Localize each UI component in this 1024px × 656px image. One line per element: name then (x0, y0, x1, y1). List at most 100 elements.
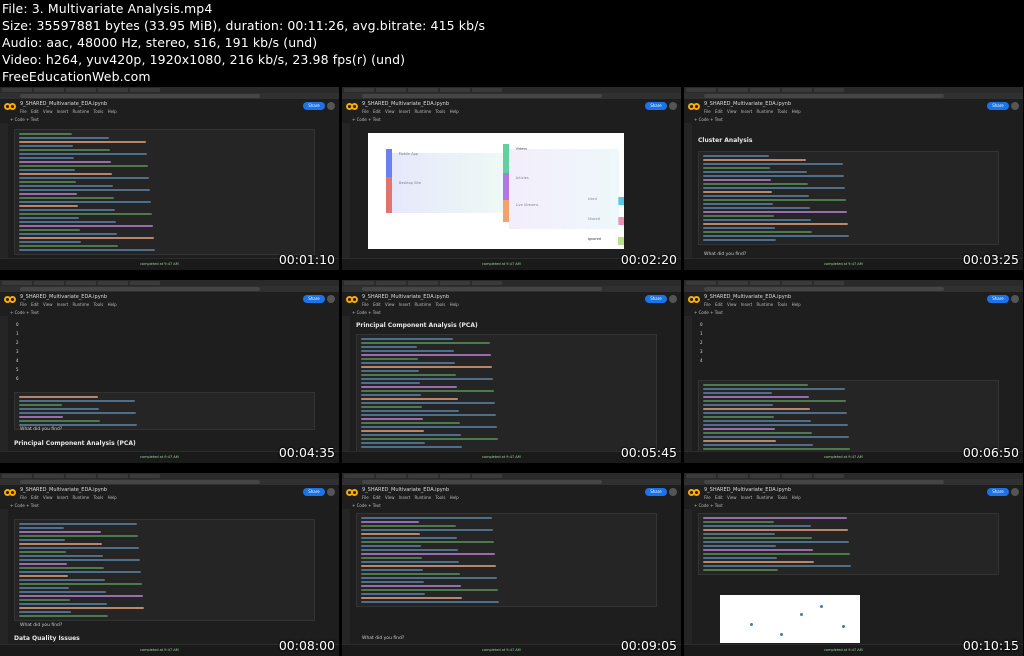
colab-logo-icon (4, 103, 16, 110)
left-rail (342, 509, 350, 644)
code-cell[interactable] (14, 392, 315, 430)
cell-toolbar[interactable]: + Code + Text (694, 117, 723, 122)
avatar[interactable] (327, 295, 335, 303)
sankey-diagram: Mobile App Desktop Site Videos Articles Live… (368, 133, 625, 249)
code-cell[interactable] (14, 129, 315, 255)
colab-header: 9_SHARED_Multivariate_EDA.ipynb File Edit… (684, 99, 1023, 123)
share-button[interactable]: Share (303, 295, 325, 303)
code-cell[interactable] (698, 513, 999, 575)
avatar[interactable] (1011, 488, 1019, 496)
sankey-node-label: Ignored (587, 237, 601, 241)
menu-bar[interactable]: File Edit View Insert Runtime Tools Help (20, 302, 117, 307)
colab-logo-icon (4, 296, 16, 303)
run-status: completed at 9:47 AM (824, 455, 863, 459)
video-info-line: Video: h264, yuv420p, 1920x1080, 216 kb/… (2, 52, 406, 67)
menu-bar[interactable]: File Edit View Insert Runtime Tools Help (362, 302, 459, 307)
left-rail (684, 509, 692, 644)
file-name-line: File: 3. Multivariate Analysis.mp4 (2, 1, 213, 16)
section-heading: Data Quality Issues (14, 635, 80, 642)
code-cell[interactable] (356, 334, 657, 452)
share-button[interactable]: Share (987, 102, 1009, 110)
colab-header: 9_SHARED_Multivariate_EDA.ipynb File Edit… (342, 485, 681, 509)
run-status: completed at 9:47 AM (482, 648, 521, 652)
avatar[interactable] (669, 488, 677, 496)
section-heading: Principal Component Analysis (PCA) (356, 322, 478, 329)
left-rail (342, 316, 350, 451)
sankey-flow (392, 153, 503, 213)
scatter-point (800, 613, 803, 616)
cell-toolbar[interactable]: + Code + Text (352, 117, 381, 122)
audio-info-line: Audio: aac, 48000 Hz, stereo, s16, 191 k… (2, 35, 318, 50)
share-button[interactable]: Share (645, 295, 667, 303)
avatar[interactable] (669, 102, 677, 110)
video-thumbnail: 9_SHARED_Multivariate_EDA.ipynb File Edit… (342, 473, 681, 656)
timestamp: 00:09:05 (620, 638, 677, 653)
share-button[interactable]: Share (987, 295, 1009, 303)
cell-toolbar[interactable]: + Code + Text (352, 503, 381, 508)
timestamp: 00:02:20 (620, 252, 677, 267)
share-button[interactable]: Share (303, 488, 325, 496)
notebook-title[interactable]: 9_SHARED_Multivariate_EDA.ipynb (704, 487, 791, 493)
avatar[interactable] (1011, 295, 1019, 303)
sankey-node (618, 217, 625, 225)
section-heading: Cluster Analysis (698, 137, 753, 144)
share-button[interactable]: Share (645, 488, 667, 496)
thumbnail-grid: 9_SHARED_Multivariate_EDA.ipynb File Edit… (0, 87, 1024, 656)
menu-bar[interactable]: File Edit View Insert Runtime Tools Help (20, 109, 117, 114)
left-rail (342, 123, 350, 258)
notebook-title[interactable]: 9_SHARED_Multivariate_EDA.ipynb (362, 487, 449, 493)
notebook-title[interactable]: 9_SHARED_Multivariate_EDA.ipynb (362, 101, 449, 107)
code-cell[interactable] (356, 513, 657, 607)
menu-bar[interactable]: File Edit View Insert Runtime Tools Help (362, 495, 459, 500)
menu-bar[interactable]: File Edit View Insert Runtime Tools Help (704, 302, 801, 307)
colab-logo-icon (346, 489, 358, 496)
cell-toolbar[interactable]: + Code + Text (10, 117, 39, 122)
code-cell[interactable] (698, 151, 999, 245)
notebook-title[interactable]: 9_SHARED_Multivariate_EDA.ipynb (20, 294, 107, 300)
notebook-title[interactable]: 9_SHARED_Multivariate_EDA.ipynb (20, 487, 107, 493)
video-thumbnail: 9_SHARED_Multivariate_EDA.ipynb File Edit… (684, 87, 1023, 270)
share-button[interactable]: Share (645, 102, 667, 110)
left-rail (684, 123, 692, 258)
share-button[interactable]: Share (987, 488, 1009, 496)
sankey-node (618, 237, 625, 245)
colab-header: 9_SHARED_Multivariate_EDA.ipynb File Edit… (684, 485, 1023, 509)
run-status: completed at 9:47 AM (482, 455, 521, 459)
cell-toolbar[interactable]: + Code + Text (10, 503, 39, 508)
share-button[interactable]: Share (303, 102, 325, 110)
video-thumbnail: 9_SHARED_Multivariate_EDA.ipynb File Edit… (684, 280, 1023, 463)
colab-logo-icon (346, 296, 358, 303)
scatter-point (842, 625, 845, 628)
file-size-line: Size: 35597881 bytes (33.95 MiB), durati… (2, 18, 486, 33)
timestamp: 00:08:00 (278, 638, 335, 653)
cell-toolbar[interactable]: + Code + Text (694, 503, 723, 508)
notebook-title[interactable]: 9_SHARED_Multivariate_EDA.ipynb (704, 101, 791, 107)
section-heading: Principal Component Analysis (PCA) (14, 440, 136, 447)
code-cell[interactable] (14, 519, 315, 621)
menu-bar[interactable]: File Edit View Insert Runtime Tools Help (704, 109, 801, 114)
timestamp: 00:04:35 (278, 445, 335, 460)
timestamp: 00:10:15 (962, 638, 1019, 653)
cell-toolbar[interactable]: + Code + Text (352, 310, 381, 315)
run-status: completed at 9:47 AM (824, 648, 863, 652)
avatar[interactable] (327, 102, 335, 110)
scatter-point (820, 605, 823, 608)
timestamp: 00:03:25 (962, 252, 1019, 267)
notebook-title[interactable]: 9_SHARED_Multivariate_EDA.ipynb (362, 294, 449, 300)
notebook-title[interactable]: 9_SHARED_Multivariate_EDA.ipynb (704, 294, 791, 300)
video-thumbnail: 9_SHARED_Multivariate_EDA.ipynb File Edit… (0, 473, 339, 656)
avatar[interactable] (327, 488, 335, 496)
menu-bar[interactable]: File Edit View Insert Runtime Tools Help (20, 495, 117, 500)
menu-bar[interactable]: File Edit View Insert Runtime Tools Help (704, 495, 801, 500)
avatar[interactable] (669, 295, 677, 303)
prompt-text: What did you find? (362, 636, 405, 641)
sankey-flow (509, 149, 619, 229)
dataframe-output: 01234 (700, 322, 703, 363)
menu-bar[interactable]: File Edit View Insert Runtime Tools Help (362, 109, 459, 114)
cell-toolbar[interactable]: + Code + Text (10, 310, 39, 315)
cell-toolbar[interactable]: + Code + Text (694, 310, 723, 315)
notebook-title[interactable]: 9_SHARED_Multivariate_EDA.ipynb (20, 101, 107, 107)
dataframe-output: 0123456 (16, 322, 19, 381)
left-rail (684, 316, 692, 451)
avatar[interactable] (1011, 102, 1019, 110)
